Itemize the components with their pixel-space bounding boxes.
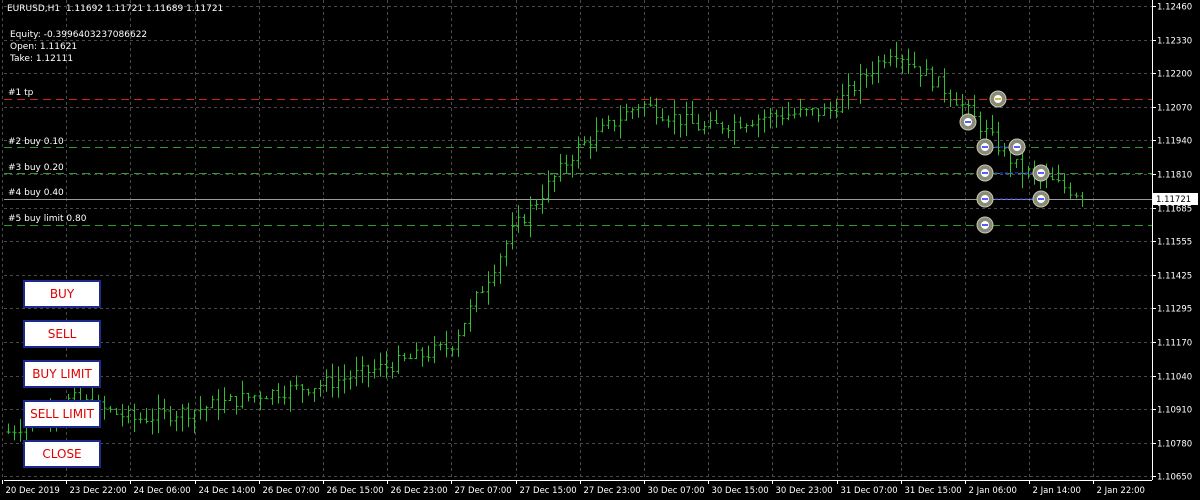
time-axis-label: 31 Dec 07:00 — [841, 486, 898, 496]
equity-text: Equity: -0.3996403237086622 — [10, 30, 148, 40]
level-label-buy-2: #2 buy 0.10 — [8, 137, 64, 147]
price-axis-label: 1.11685 — [1157, 205, 1192, 215]
sell-limit-button[interactable]: SELL LIMIT — [23, 400, 101, 428]
level-label-buy-limit-5: #5 buy limit 0.80 — [8, 214, 87, 224]
time-axis-label: 27 Dec 15:00 — [520, 486, 577, 496]
sell-button[interactable]: SELL — [23, 320, 101, 348]
time-axis-label: 24 Dec 06:00 — [134, 486, 191, 496]
time-axis-label: 26 Dec 15:00 — [327, 486, 384, 496]
price-axis-label: 1.11425 — [1157, 272, 1192, 282]
price-axis-label: 1.11295 — [1157, 305, 1192, 315]
time-axis-label: 24 Dec 14:00 — [199, 486, 256, 496]
time-axis-label: 26 Dec 07:00 — [263, 486, 320, 496]
chart-grid — [0, 0, 1200, 500]
time-axis-label: 27 Dec 23:00 — [584, 486, 641, 496]
time-axis-label: 30 Dec 23:00 — [776, 486, 833, 496]
time-axis-label: 27 Dec 07:00 — [455, 486, 512, 496]
price-axis-label: 1.11040 — [1157, 373, 1192, 383]
time-axis-label: 30 Dec 07:00 — [648, 486, 705, 496]
time-axis-label: 31 Dec 15:00 — [905, 486, 962, 496]
buy-limit-button[interactable]: BUY LIMIT — [23, 360, 101, 388]
symbol-title: EURUSD,H1 1.11692 1.11721 1.11689 1.1172… — [7, 4, 224, 14]
buy-limit-5-marker — [976, 216, 994, 234]
price-axis-label: 1.12070 — [1157, 104, 1192, 114]
price-axis-label: 1.11810 — [1157, 171, 1192, 181]
time-axis-label: 20 Dec 2019 — [6, 486, 60, 496]
close-button[interactable]: CLOSE — [23, 440, 101, 468]
buy-4-close-marker — [1032, 190, 1050, 208]
time-axis-label: 23 Dec 22:00 — [70, 486, 127, 496]
buy-button[interactable]: BUY — [23, 280, 101, 308]
level-label-tp: #1 tp — [8, 88, 34, 98]
chart-background — [0, 0, 1200, 500]
price-axis-label: 1.12330 — [1157, 37, 1192, 47]
buy-3-marker — [976, 164, 994, 182]
price-axis-label: 1.11170 — [1157, 339, 1192, 349]
buy-4-marker — [976, 190, 994, 208]
price-axis-label: 1.11555 — [1157, 238, 1192, 248]
level-label-buy-4: #4 buy 0.40 — [8, 188, 64, 198]
time-axis-label: 26 Dec 23:00 — [391, 486, 448, 496]
price-axis-label: 1.10910 — [1157, 406, 1192, 416]
buy-2-close-marker — [1008, 138, 1026, 156]
price-axis-label: 1.10650 — [1157, 473, 1192, 483]
time-axis-label: 2 Jan 14:00 — [1033, 486, 1081, 496]
price-axis-label: 1.12460 — [1157, 3, 1192, 13]
take-text: Take: 1.12111 — [10, 54, 74, 64]
price-chart[interactable]: 1.12460 1.12330 1.12200 1.12070 1.11940 1.118… — [0, 0, 1200, 500]
level-label-buy-3: #3 buy 0.20 — [8, 163, 64, 173]
time-axis-label: 2 Jan 06:00 — [969, 486, 1017, 496]
entry-marker — [959, 113, 977, 131]
time-axis-label: 30 Dec 15:00 — [712, 486, 769, 496]
open-text: Open: 1.11621 — [10, 42, 78, 52]
price-axis-label: 1.11940 — [1157, 137, 1192, 147]
price-axis-label: 1.12200 — [1157, 70, 1192, 80]
time-axis-label: 2 Jan 22:00 — [1097, 486, 1145, 496]
current-price-label: 1.11721 — [1156, 195, 1191, 205]
tp-marker — [989, 90, 1007, 108]
price-axis-label: 1.10780 — [1157, 440, 1192, 450]
buy-2-marker — [976, 138, 994, 156]
buy-3-close-marker — [1032, 164, 1050, 182]
